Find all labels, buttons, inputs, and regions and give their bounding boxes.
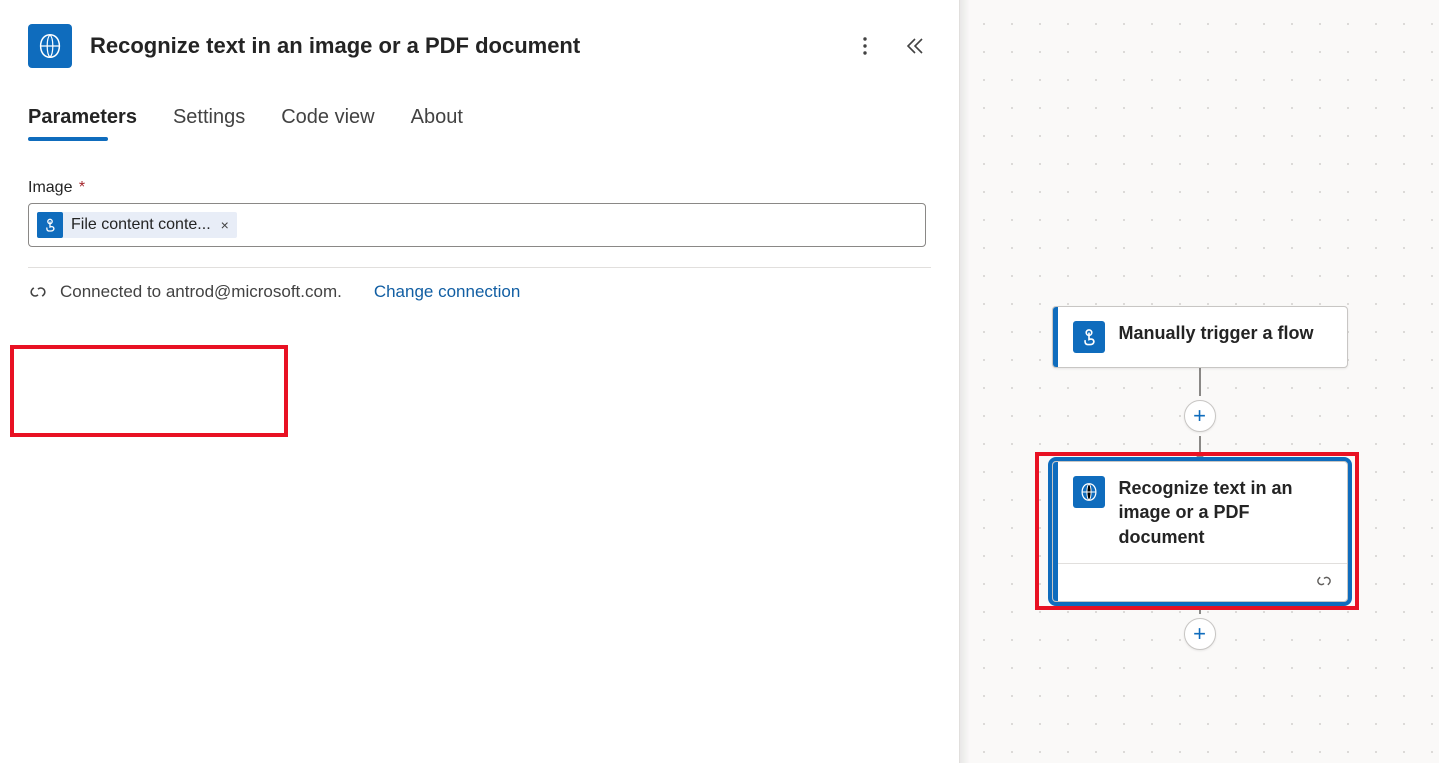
ai-builder-icon [28,24,72,68]
required-indicator: * [79,179,85,196]
image-input[interactable]: File content conte... × [28,203,926,247]
tab-settings[interactable]: Settings [173,106,245,139]
arrow-down-icon [1194,453,1206,461]
ai-builder-icon [1073,476,1105,508]
connector-line [1199,436,1201,454]
touch-pointer-icon [1073,321,1105,353]
panel-title: Recognize text in an image or a PDF docu… [90,33,831,59]
trigger-card[interactable]: Manually trigger a flow [1052,306,1348,368]
more-options-button[interactable] [849,30,881,62]
double-chevron-left-icon [906,38,924,54]
link-icon [1315,572,1333,593]
tab-parameters[interactable]: Parameters [28,106,137,139]
connection-row: Connected to antrod@microsoft.com. Chang… [0,268,959,316]
panel-header: Recognize text in an image or a PDF docu… [0,0,959,78]
action-card[interactable]: Recognize text in an image or a PDF docu… [1052,461,1348,602]
add-step-button[interactable]: + [1184,400,1216,432]
tab-code-view[interactable]: Code view [281,106,374,139]
add-step-button[interactable]: + [1184,618,1216,650]
tab-bar: Parameters Settings Code view About [0,78,959,139]
annotation-highlight-image-field [10,345,288,437]
parameters-form: Image * File content conte... × [0,139,959,247]
flow-column: Manually trigger a flow + Recognize t [1052,306,1348,654]
card-accent [1053,462,1058,601]
card-accent [1053,307,1058,367]
file-content-token[interactable]: File content conte... × [37,212,237,238]
change-connection-link[interactable]: Change connection [374,282,521,302]
tab-about[interactable]: About [411,106,463,139]
connector-line [1199,602,1201,614]
connector-line [1199,368,1201,396]
token-text: File content conte... [71,216,211,234]
touch-pointer-icon [37,212,63,238]
connection-text: Connected to antrod@microsoft.com. [60,282,342,302]
canvas-left-shadow [960,0,970,763]
image-field-label: Image * [28,179,931,197]
link-icon [28,282,48,302]
image-field-label-text: Image [28,179,72,196]
config-panel: Recognize text in an image or a PDF docu… [0,0,960,763]
action-card-footer [1053,563,1347,601]
trigger-card-title: Manually trigger a flow [1119,321,1314,345]
collapse-panel-button[interactable] [899,30,931,62]
flow-canvas[interactable]: Manually trigger a flow + Recognize t [960,0,1439,763]
action-card-title: Recognize text in an image or a PDF docu… [1119,476,1329,549]
token-remove-button[interactable]: × [219,217,231,233]
action-card-wrap: Recognize text in an image or a PDF docu… [1052,461,1348,602]
vertical-dots-icon [863,37,867,55]
